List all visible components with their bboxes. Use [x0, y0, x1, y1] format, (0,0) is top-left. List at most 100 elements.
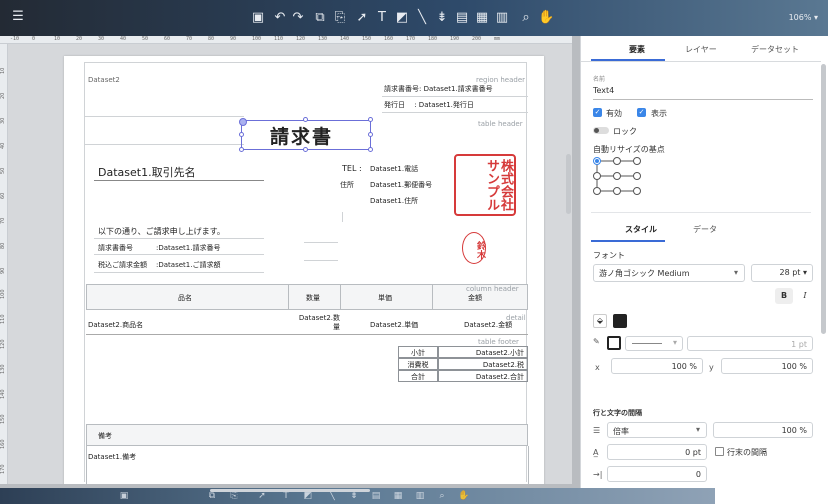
pointer-icon[interactable]: ➚ — [354, 10, 370, 26]
ruler-tick-label: 20 — [76, 36, 83, 42]
chart-tool-icon[interactable]: ▥ — [414, 490, 426, 502]
line-tool-icon[interactable]: ╲ — [414, 10, 430, 26]
tax-field[interactable]: Dataset2.税 — [438, 358, 528, 370]
item-amount-field[interactable]: Dataset2.金額 — [464, 320, 512, 330]
image-tool-icon[interactable]: ▤ — [454, 10, 470, 26]
selection-handle[interactable] — [368, 147, 373, 152]
save-icon[interactable]: ▣ — [118, 490, 130, 502]
tab-elements[interactable]: 要素 — [629, 44, 645, 55]
ruler-tick-label: 10 — [0, 67, 6, 74]
panel-footer — [715, 488, 828, 504]
selection-handle[interactable] — [239, 132, 244, 137]
stroke-style-select[interactable]: ▾ — [625, 336, 683, 351]
guide-line — [382, 96, 528, 97]
ruler-tick-label: 110 — [274, 36, 284, 42]
image-tool-icon[interactable]: ▤ — [370, 490, 382, 502]
guide-line — [84, 62, 85, 482]
column-unit-header[interactable]: 単価 — [378, 293, 392, 303]
item-name-field[interactable]: Dataset2.商品名 — [88, 320, 143, 330]
table-tool-icon[interactable]: ▦ — [474, 10, 490, 26]
guide-line — [593, 99, 813, 100]
selection-handle[interactable] — [239, 118, 247, 126]
column-amount-header[interactable]: 金額 — [468, 293, 482, 303]
subtab-data[interactable]: データ — [693, 224, 717, 235]
stroke-color-swatch[interactable] — [607, 336, 621, 350]
visible-label: 表示 — [651, 109, 667, 118]
subtab-style[interactable]: スタイル — [625, 224, 657, 235]
stroke-width-input[interactable]: 1 pt — [687, 336, 813, 351]
intro-text[interactable]: 以下の通り、ご請求申し上げます。 — [98, 226, 225, 237]
copy-icon[interactable]: ⧉ — [312, 10, 328, 26]
ruler-tick-label: 40 — [0, 142, 6, 149]
total-amount-value[interactable]: :Dataset1.ご請求額 — [156, 260, 220, 270]
chevron-down-icon: ▾ — [733, 268, 738, 277]
invoice-title[interactable]: 請求書 — [270, 122, 333, 149]
enabled-checkbox[interactable]: ✓ — [593, 108, 602, 117]
selection-handle[interactable] — [239, 147, 244, 152]
zoom-icon[interactable]: ⌕ — [518, 10, 534, 26]
invoice-number-label: 請求書番号 — [98, 244, 133, 252]
report-page[interactable]: Dataset2 region header 請求書番号: Dataset1.請… — [64, 56, 544, 484]
column-name-header[interactable]: 品名 — [178, 293, 192, 303]
line-spacing-mode-select[interactable]: 倍率 ▾ — [607, 422, 707, 438]
x-scale-input[interactable]: 100 % — [611, 358, 703, 374]
notes-field[interactable]: Dataset1.備考 — [88, 452, 136, 462]
font-family-select[interactable]: 游ノ角ゴシック Medium ▾ — [593, 264, 745, 282]
text-color-swatch[interactable] — [613, 314, 627, 328]
table-header-hint: table header — [478, 120, 523, 128]
autosize-anchor-grid[interactable] — [593, 156, 653, 200]
save-icon[interactable]: ▣ — [250, 10, 266, 26]
redo-icon[interactable]: ↷ — [290, 10, 306, 26]
selection-handle[interactable] — [368, 117, 373, 122]
item-unit-field[interactable]: Dataset2.単価 — [370, 320, 418, 330]
italic-button[interactable]: I — [797, 288, 813, 304]
undo-icon[interactable]: ↶ — [272, 10, 288, 26]
text-tool-icon[interactable]: T — [374, 10, 390, 26]
barcode-icon[interactable]: ⇟ — [434, 10, 450, 26]
item-qty-field[interactable]: Dataset2.数量 — [294, 314, 340, 332]
client-name-field[interactable]: Dataset1.取引先名 — [98, 164, 196, 180]
font-size-select[interactable]: 28 pt ▾ — [751, 264, 813, 282]
y-scale-input[interactable]: 100 % — [721, 358, 813, 374]
divider — [591, 212, 811, 213]
region-header-hint: region header — [476, 76, 526, 84]
indent-input[interactable]: 0 — [607, 466, 707, 482]
zoom-level[interactable]: 106% ▾ — [789, 13, 818, 22]
design-canvas[interactable]: Dataset2 region header 請求書番号: Dataset1.請… — [8, 44, 572, 484]
lock-toggle[interactable] — [593, 127, 609, 134]
visible-checkbox[interactable]: ✓ — [637, 108, 646, 117]
tab-layers[interactable]: レイヤー — [685, 44, 717, 55]
table-tool-icon[interactable]: ▦ — [392, 490, 404, 502]
invoice-number-field[interactable]: 請求書番号: Dataset1.請求書番号 — [384, 84, 493, 94]
bold-button[interactable]: B — [775, 288, 793, 304]
hand-tool-icon[interactable]: ✋ — [538, 10, 554, 26]
zoom-icon[interactable]: ⌕ — [436, 490, 448, 502]
total-field[interactable]: Dataset2.合計 — [438, 370, 528, 382]
address-field[interactable]: Dataset1.住所 — [370, 196, 418, 206]
panel-scrollbar[interactable] — [821, 64, 826, 334]
char-spacing-input[interactable]: 0 pt — [607, 444, 707, 460]
canvas-horizontal-scrollbar[interactable] — [210, 489, 370, 492]
issue-date-field[interactable]: 発行日 : Dataset1.発行日 — [384, 100, 474, 110]
fill-bucket-icon[interactable]: ⬙ — [593, 314, 607, 328]
properties-panel: 要素 レイヤー データセット 名前 Text4 ✓ 有効 ✓ 表示 ロック 自動… — [580, 36, 828, 504]
pencil-icon[interactable]: ✎ — [593, 337, 600, 346]
hand-tool-icon[interactable]: ✋ — [458, 490, 470, 502]
line-spacing-input[interactable]: 100 % — [713, 422, 813, 438]
notes-header-band[interactable] — [86, 424, 528, 446]
line-style-preview — [632, 343, 662, 344]
postal-code-field[interactable]: Dataset1.郵便番号 — [370, 180, 432, 190]
invoice-number-value[interactable]: :Dataset1.請求番号 — [156, 243, 220, 253]
column-qty-header[interactable]: 数量 — [306, 293, 320, 303]
shape-tool-icon[interactable]: ◩ — [394, 10, 410, 26]
tel-field[interactable]: Dataset1.電話 — [370, 164, 418, 174]
line-end-checkbox[interactable] — [715, 447, 724, 456]
paste-icon[interactable]: ⎘ — [332, 10, 348, 26]
canvas-scrollbar[interactable] — [566, 154, 571, 214]
tab-datasets[interactable]: データセット — [751, 44, 799, 55]
chart-tool-icon[interactable]: ▥ — [494, 10, 510, 26]
menu-icon[interactable]: ☰ — [10, 9, 26, 25]
name-field[interactable]: Text4 — [593, 86, 614, 95]
subtotal-field[interactable]: Dataset2.小計 — [438, 346, 528, 358]
selection-handle[interactable] — [368, 132, 373, 137]
